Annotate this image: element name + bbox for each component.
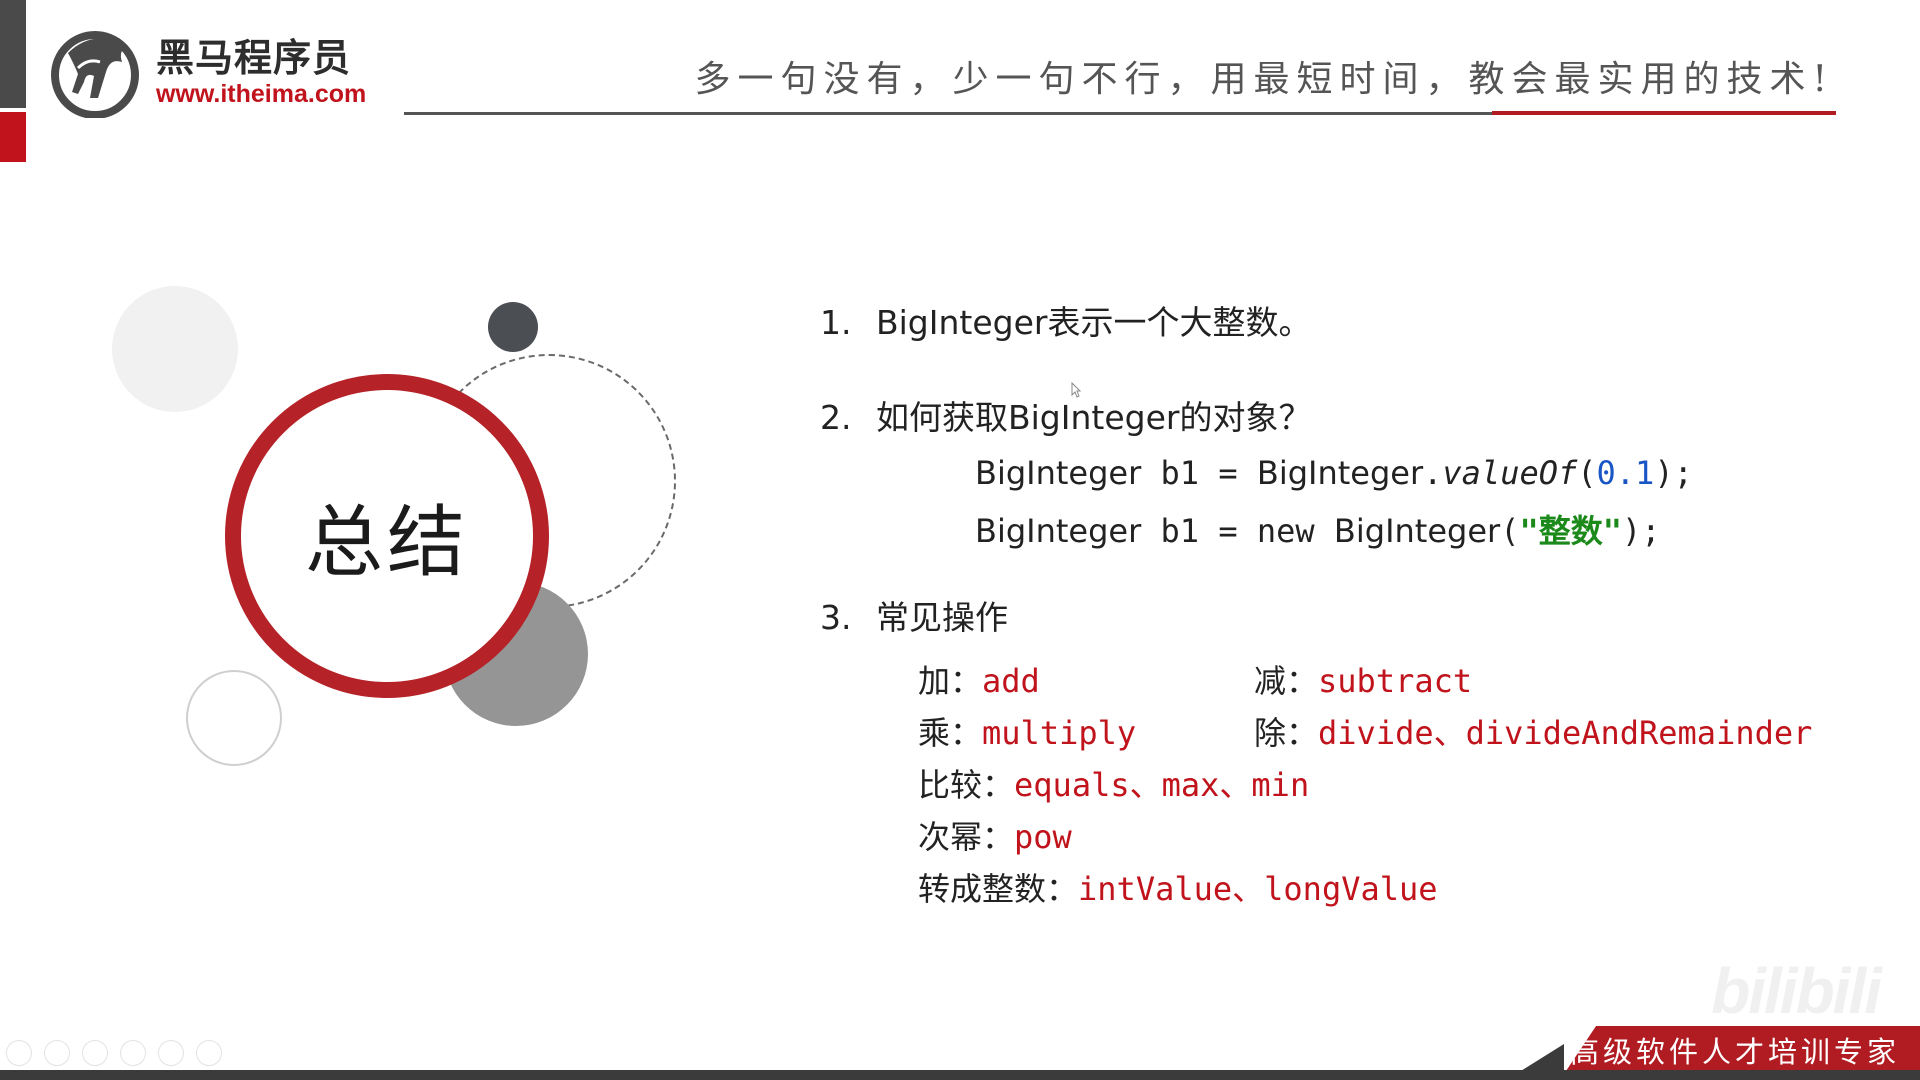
header-divider-accent: [1492, 111, 1836, 115]
decor-circle-outline: [186, 670, 282, 766]
operation-label: 比较：: [918, 766, 1015, 804]
pen-icon[interactable]: [82, 1040, 108, 1066]
operation-pow: 次幂：pow: [918, 812, 1072, 858]
operation-method: add: [982, 662, 1040, 700]
code-class: BigInteger: [1333, 512, 1501, 550]
code-open: (: [1577, 454, 1597, 492]
point-text: 如何获取BigInteger的对象？: [876, 398, 1312, 437]
point-number: 3.: [820, 598, 852, 637]
mouse-cursor-icon: [1071, 382, 1081, 398]
point-3: 3. 常见操作: [820, 591, 1008, 639]
code-string-literal: "整数": [1519, 512, 1622, 550]
left-edge-bar-dark: [0, 0, 26, 108]
summary-title: 总结: [304, 498, 469, 588]
operation-label: 次幂：: [918, 818, 1015, 856]
prev-slide-icon[interactable]: [6, 1040, 32, 1066]
slide-controls: [6, 1040, 222, 1066]
logo-name: 黑马程序员: [156, 36, 352, 80]
operation-label: 加：: [918, 662, 983, 700]
code-text: b1 = new: [1141, 512, 1334, 550]
operation-label: 除：: [1254, 714, 1319, 752]
footer-bar: [0, 1070, 1920, 1080]
slogan: 多一句没有，少一句不行，用最短时间，教会最实用的技术!: [694, 59, 1834, 100]
operation-method: divide、divideAndRemainder: [1318, 714, 1813, 752]
operation-method: subtract: [1318, 662, 1473, 700]
operation-add: 加：add: [918, 656, 1040, 702]
code-type: BigInteger: [975, 454, 1142, 492]
point-text: BigInteger表示一个大整数。: [876, 303, 1312, 342]
point-2: 2. 如何获取BigInteger的对象？: [820, 391, 1311, 439]
slides-grid-icon[interactable]: [120, 1040, 146, 1066]
logo-url: www.itheima.com: [156, 80, 367, 108]
operation-divide: 除：divide、divideAndRemainder: [1254, 708, 1812, 754]
zoom-icon[interactable]: [158, 1040, 184, 1066]
code-open: (: [1500, 512, 1520, 550]
code-line-1: BigInteger b1 = BigInteger.valueOf(0.1);: [975, 454, 1693, 492]
left-edge-bar-red: [0, 112, 26, 162]
operation-label: 乘：: [918, 714, 983, 752]
operation-label: 转成整数：: [918, 870, 1079, 908]
code-close: );: [1622, 512, 1661, 550]
horse-logo-icon: [51, 31, 139, 118]
point-number: 2.: [820, 398, 852, 437]
operation-method: equals、max、min: [1014, 766, 1310, 804]
summary-circle: 总结: [225, 374, 549, 698]
point-text: 常见操作: [876, 598, 1008, 637]
logo-text: 黑马程序员 www.itheima.com: [156, 36, 366, 108]
point-1: 1. BigInteger表示一个大整数。: [820, 296, 1311, 344]
operation-label: 减：: [1254, 662, 1319, 700]
code-close: );: [1654, 454, 1693, 492]
operation-method: multiply: [982, 714, 1137, 752]
decor-circle-dark: [488, 302, 538, 352]
operation-method: pow: [1014, 818, 1072, 856]
code-number-literal: 0.1: [1596, 454, 1655, 492]
operation-to-int: 转成整数：intValue、longValue: [918, 864, 1438, 910]
operation-compare: 比较：equals、max、min: [918, 760, 1309, 806]
operation-subtract: 减：subtract: [1254, 656, 1472, 702]
footer-tag: 高级软件人才培训专家: [1564, 1026, 1920, 1074]
point-number: 1.: [820, 303, 852, 342]
operation-method: intValue、longValue: [1078, 870, 1438, 908]
next-slide-icon[interactable]: [44, 1040, 70, 1066]
code-method: valueOf: [1442, 454, 1578, 492]
operation-multiply: 乘：multiply: [918, 708, 1136, 754]
bilibili-watermark: bilibili: [1711, 955, 1882, 1027]
code-text: b1 =: [1141, 454, 1257, 492]
footer-tagline: 高级软件人才培训专家: [1569, 1035, 1900, 1069]
code-class: BigInteger: [1256, 454, 1424, 492]
more-options-icon[interactable]: [196, 1040, 222, 1066]
code-line-2: BigInteger b1 = new BigInteger("整数");: [975, 506, 1661, 552]
code-dot: .: [1423, 454, 1443, 492]
decor-circle-light: [112, 286, 238, 412]
code-type: BigInteger: [975, 512, 1142, 550]
